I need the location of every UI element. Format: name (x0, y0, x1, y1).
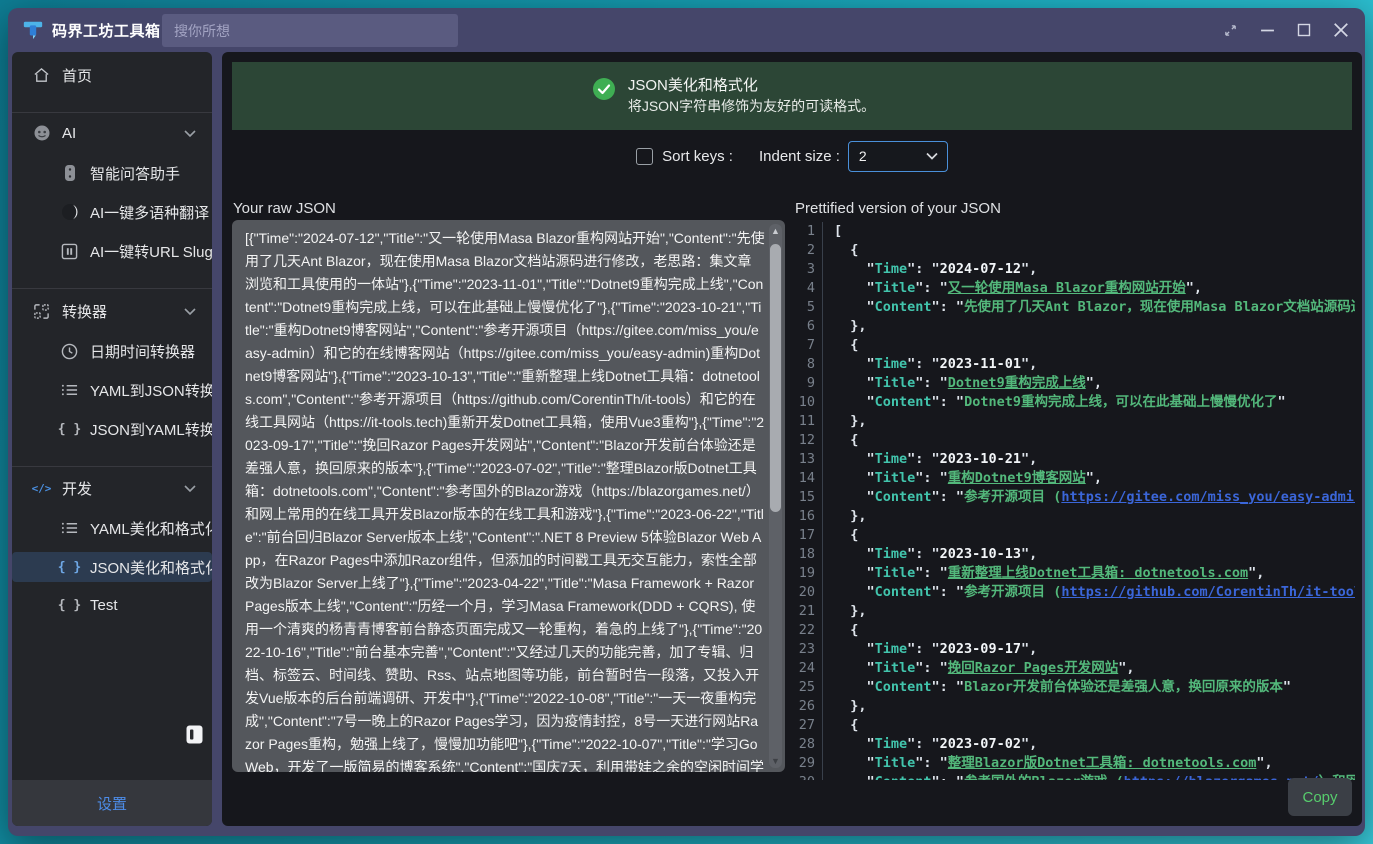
clock-icon (60, 342, 79, 361)
sort-keys-label: Sort keys : (662, 148, 733, 165)
list-icon (60, 519, 79, 538)
sidebar-group-ai[interactable]: AI (12, 118, 212, 148)
sidebar-item-label: AI一键转URL Slug (90, 241, 212, 262)
sidebar-item-label: 首页 (62, 65, 92, 86)
sidebar-group-develop[interactable]: </> 开发 (12, 473, 212, 503)
success-check-icon (593, 78, 615, 100)
braces-icon: { } (60, 420, 79, 439)
sidebar-item-ai-translate[interactable]: AI一键多语种翻译 (12, 197, 212, 227)
code-icon: </> (32, 479, 51, 498)
indent-size-select[interactable]: 2 (848, 141, 948, 172)
chevron-down-icon (184, 303, 196, 320)
app-logo-icon (22, 19, 44, 41)
sidebar-group-label: 转换器 (62, 301, 107, 322)
sidebar-item-yaml-to-json[interactable]: YAML到JSON转换 (12, 375, 212, 405)
sort-keys-checkbox[interactable] (636, 148, 653, 165)
copy-button[interactable]: Copy (1288, 778, 1352, 816)
indent-size-label: Indent size : (759, 148, 840, 165)
tool-banner: JSON美化和格式化 将JSON字符串修饰为友好的可读格式。 (232, 62, 1352, 130)
maximize-icon (1297, 23, 1311, 37)
list-icon (60, 381, 79, 400)
braces-icon: { } (60, 558, 79, 577)
tool-subtitle: 将JSON字符串修饰为友好的可读格式。 (628, 96, 875, 117)
search-input[interactable] (162, 14, 458, 47)
minimize-button[interactable] (1253, 16, 1281, 44)
chevron-down-icon (184, 125, 196, 142)
robot-icon (32, 124, 51, 143)
sidebar-item-label: YAML到JSON转换 (90, 380, 212, 401)
sidebar-item-label: YAML美化和格式化 (90, 518, 212, 539)
sidebar-collapse-icon (186, 725, 203, 744)
slug-icon (60, 242, 79, 261)
sidebar: 首页 AI 智能问答助手 AI一键多语种翻译 (12, 52, 212, 826)
scroll-up-icon[interactable]: ▲ (769, 224, 782, 238)
sidebar-item-yaml-prettify[interactable]: YAML美化和格式化 (12, 513, 212, 543)
sidebar-divider (12, 466, 212, 467)
sidebar-group-label: AI (62, 125, 76, 142)
sidebar-item-datetime-converter[interactable]: 日期时间转换器 (12, 336, 212, 366)
converter-icon (32, 302, 51, 321)
tool-title: JSON美化和格式化 (628, 75, 875, 96)
app-title: 码界工坊工具箱 (52, 20, 161, 41)
sidebar-item-ai-assistant[interactable]: 智能问答助手 (12, 158, 212, 188)
options-row: Sort keys : Indent size : 2 (222, 139, 1362, 173)
settings-button[interactable]: 设置 (97, 793, 127, 814)
chevron-down-icon (184, 480, 196, 497)
titlebar: 码界工坊工具箱 (8, 8, 1365, 52)
sidebar-footer: 设置 (12, 780, 212, 826)
expand-button[interactable] (1216, 16, 1244, 44)
sidebar-item-json-to-yaml[interactable]: { } JSON到YAML转换 (12, 414, 212, 444)
raw-json-content: [{"Time":"2024-07-12","Title":"又一轮使用Masa… (232, 220, 767, 772)
home-icon (32, 66, 51, 85)
close-icon (1333, 22, 1349, 38)
scroll-down-icon[interactable]: ▼ (769, 754, 782, 768)
raw-json-label: Your raw JSON (233, 200, 336, 217)
sidebar-item-test[interactable]: { } Test (12, 590, 212, 620)
pretty-json-label: Prettified version of your JSON (795, 200, 1001, 217)
sidebar-collapse-button[interactable] (186, 725, 203, 744)
sidebar-item-label: AI一键多语种翻译 (90, 202, 209, 223)
raw-json-textarea[interactable]: [{"Time":"2024-07-12","Title":"又一轮使用Masa… (232, 220, 785, 772)
window-controls (1216, 8, 1355, 52)
sidebar-item-label: 日期时间转换器 (90, 341, 195, 362)
sidebar-item-label: JSON到YAML转换 (90, 419, 212, 440)
minimize-icon (1260, 23, 1275, 38)
app-window: 码界工坊工具箱 首页 (8, 8, 1365, 836)
raw-scrollbar[interactable]: ▲ ▼ (769, 224, 782, 768)
maximize-button[interactable] (1290, 16, 1318, 44)
sidebar-group-label: 开发 (62, 478, 92, 499)
close-button[interactable] (1327, 16, 1355, 44)
sidebar-divider (12, 112, 212, 113)
indent-size-value: 2 (859, 148, 867, 164)
pretty-json-viewer: 1234567891011121314151617181920212223242… (795, 222, 1355, 780)
sidebar-item-label: Test (90, 597, 118, 614)
sidebar-divider (12, 288, 212, 289)
sidebar-item-home[interactable]: 首页 (12, 60, 212, 90)
sidebar-item-label: JSON美化和格式化 (90, 557, 212, 578)
sidebar-group-converter[interactable]: 转换器 (12, 296, 212, 326)
chevron-down-icon (926, 147, 938, 165)
sidebar-item-json-prettify[interactable]: { } JSON美化和格式化 (12, 552, 212, 582)
scrollbar-thumb[interactable] (770, 244, 781, 512)
chatbot-icon (60, 164, 79, 183)
sidebar-item-ai-url-slug[interactable]: AI一键转URL Slug (12, 236, 212, 266)
moon-icon (60, 203, 79, 222)
braces-icon: { } (60, 596, 79, 615)
main-panel: JSON美化和格式化 将JSON字符串修饰为友好的可读格式。 Sort keys… (222, 52, 1362, 826)
sidebar-item-label: 智能问答助手 (90, 163, 180, 184)
expand-icon (1224, 24, 1237, 37)
pretty-gutter: 1234567891011121314151617181920212223242… (795, 222, 823, 780)
pretty-code: [ { "Time": "2024-07-12", "Title": "又一轮使… (823, 222, 1355, 780)
